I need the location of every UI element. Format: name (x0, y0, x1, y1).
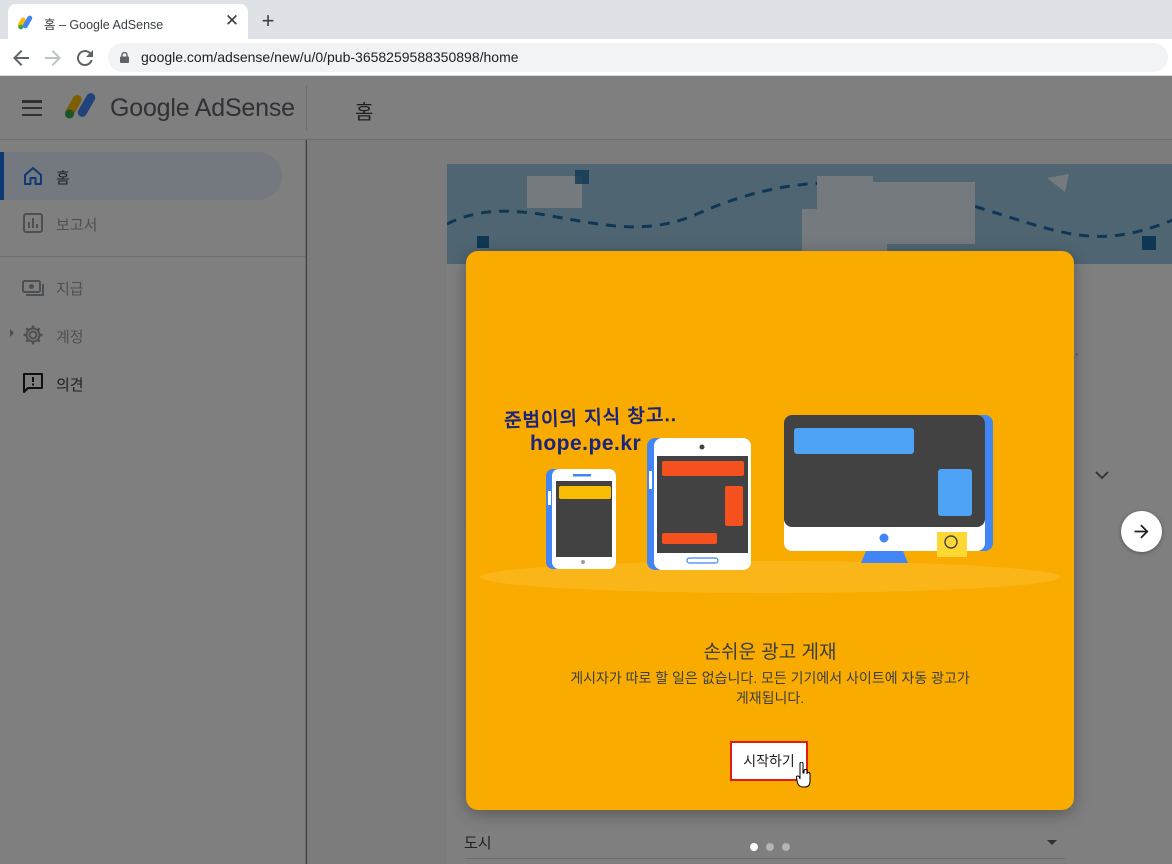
dialog-title: 손쉬운 광고 게재 (703, 642, 837, 663)
browser-toolbar: google.com/adsense/new/u/0/pub-365825958… (0, 39, 1172, 76)
pagination-dot-2[interactable] (766, 843, 774, 851)
url-text: google.com/adsense/new/u/0/pub-365825958… (141, 49, 519, 65)
arrow-right-icon (1134, 524, 1149, 539)
tab-title: 홈 – Google AdSense (44, 18, 164, 32)
pagination-dot-3[interactable] (782, 843, 790, 851)
reload-button[interactable] (73, 46, 97, 70)
dialog-description: 게시자가 따로 할 일은 없습니다. 모든 기기에서 사이트에 자동 광고가 게… (570, 670, 970, 706)
adsense-favicon-icon (18, 15, 33, 30)
carousel-pagination (750, 843, 792, 851)
lock-icon (120, 52, 129, 63)
forward-button[interactable] (41, 46, 65, 70)
hand-pointer-cursor-icon (796, 762, 811, 788)
browser-tabstrip: 홈 – Google AdSense ✕ + (0, 0, 1172, 39)
back-button[interactable] (9, 46, 33, 70)
pagination-dot-1[interactable] (750, 843, 758, 851)
tab-close-icon[interactable]: ✕ (222, 11, 242, 31)
address-bar[interactable]: google.com/adsense/new/u/0/pub-365825958… (108, 43, 1168, 72)
carousel-next-button[interactable] (1121, 511, 1162, 552)
watermark-line2: hope.pe.kr (530, 432, 642, 455)
browser-tab[interactable]: 홈 – Google AdSense ✕ (8, 4, 248, 39)
reload-icon (76, 50, 93, 67)
forward-arrow-icon (45, 50, 61, 66)
new-tab-button[interactable]: + (257, 10, 279, 32)
back-arrow-icon (13, 50, 29, 66)
onboarding-dialog: 준범이의 지식 창고.. hope.pe.kr 손쉬운 광고 게재 게시자가 따… (466, 251, 1074, 810)
